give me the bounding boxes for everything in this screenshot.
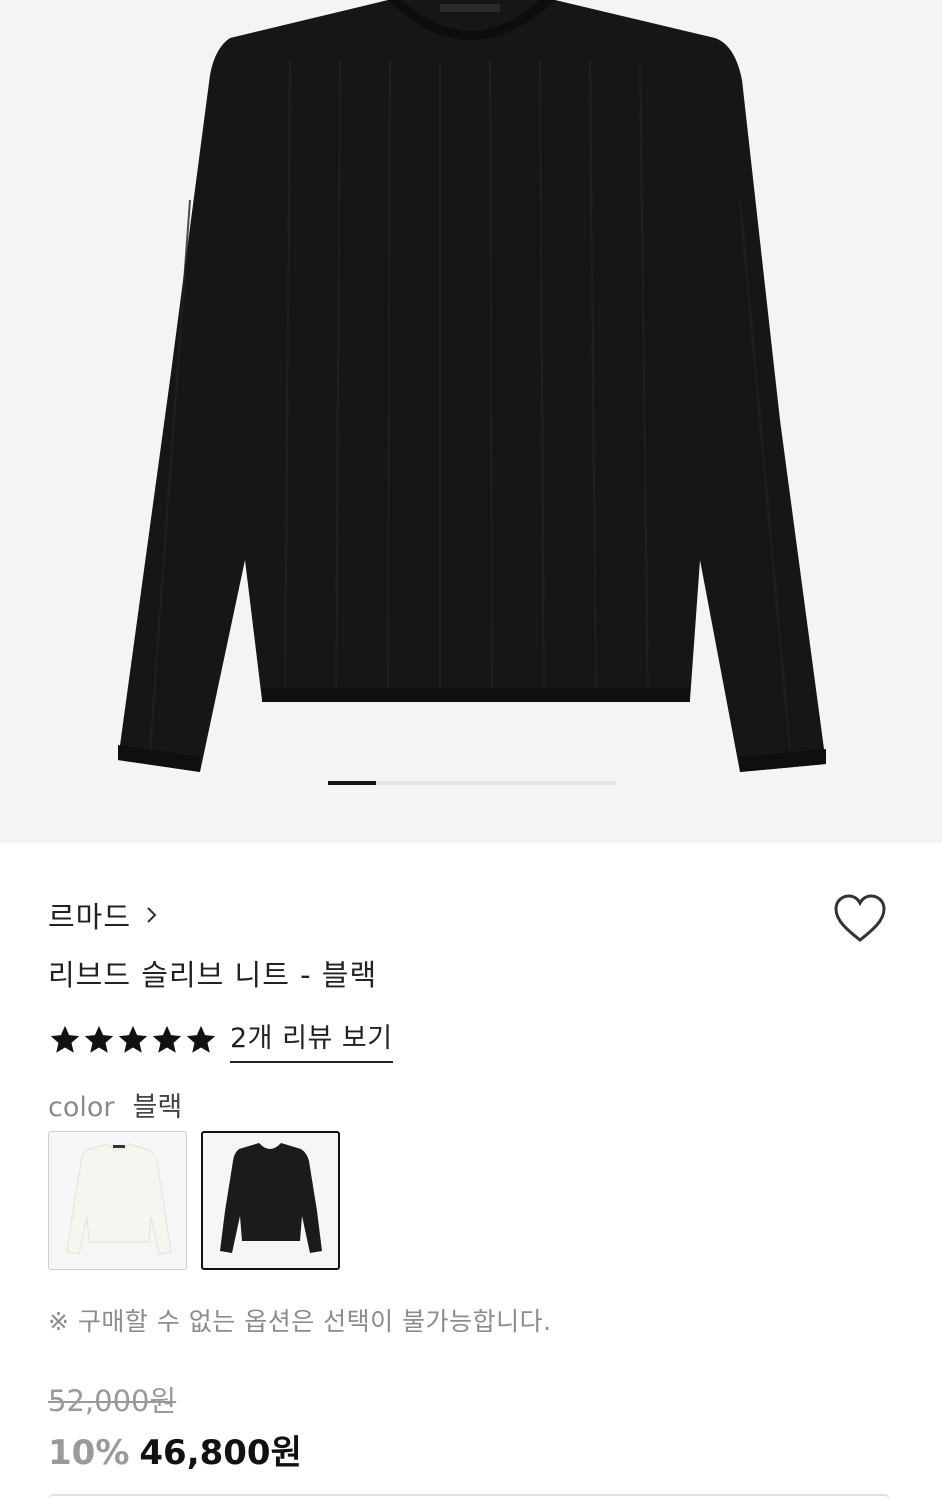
rating-row: 2개 리뷰 보기 bbox=[48, 1016, 393, 1063]
brand-name: 르마드 bbox=[48, 900, 132, 934]
price-row: 10% 46,800원 bbox=[48, 1425, 302, 1474]
swatch-black[interactable] bbox=[201, 1131, 340, 1270]
product-image-gallery[interactable] bbox=[0, 0, 942, 843]
heart-icon[interactable] bbox=[832, 893, 888, 945]
color-swatches bbox=[48, 1131, 354, 1270]
color-value: 블랙 bbox=[132, 1092, 183, 1123]
original-price: 52,000원 bbox=[48, 1384, 177, 1418]
section-divider bbox=[48, 1494, 890, 1500]
product-image bbox=[118, 0, 826, 772]
star-icon bbox=[50, 1025, 80, 1053]
gallery-pager-active bbox=[328, 781, 376, 785]
color-row: color 블랙 bbox=[48, 1085, 182, 1124]
star-icon bbox=[186, 1025, 216, 1053]
sale-price: 46,800원 bbox=[139, 1433, 302, 1473]
swatch-ivory-image bbox=[66, 1143, 172, 1255]
gallery-pager bbox=[328, 781, 616, 785]
star-icon bbox=[84, 1025, 114, 1053]
swatch-black-image bbox=[220, 1143, 322, 1253]
product-title: 리브드 슬리브 니트 - 블랙 bbox=[48, 958, 378, 992]
brand-link[interactable]: 르마드 bbox=[48, 894, 161, 936]
star-icon bbox=[118, 1025, 148, 1053]
star-rating bbox=[48, 1023, 218, 1057]
review-link[interactable]: 2개 리뷰 보기 bbox=[230, 1016, 393, 1063]
option-notice: ※ 구매할 수 없는 옵션은 선택이 불가능합니다. bbox=[48, 1307, 552, 1336]
chevron-right-icon bbox=[147, 907, 157, 923]
star-icon bbox=[152, 1025, 182, 1053]
color-label: color bbox=[48, 1092, 115, 1123]
discount-rate: 10% bbox=[48, 1433, 130, 1473]
swatch-ivory[interactable] bbox=[48, 1131, 187, 1270]
